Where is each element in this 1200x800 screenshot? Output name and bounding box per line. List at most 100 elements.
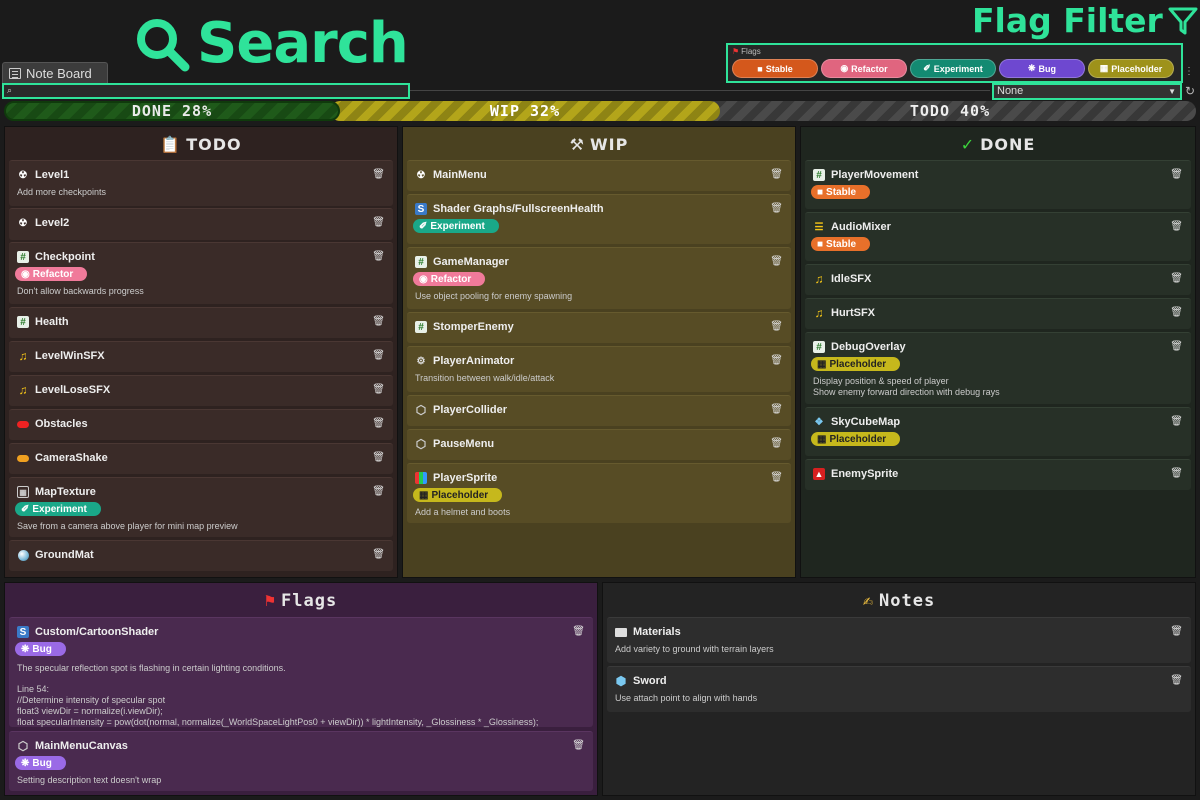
trash-icon[interactable]: 🗑 (770, 355, 783, 366)
pencil-icon: ✐ (21, 503, 30, 515)
card-mainmenucanvas[interactable]: ⬡ MainMenuCanvas ❋ Bug Setting description… (9, 731, 593, 791)
card-levellosesfx[interactable]: ♫ LevelLoseSFX 🗑 (9, 375, 393, 406)
card-sword[interactable]: ⬢ Sword Use attach point to align with ha… (607, 666, 1191, 712)
trash-icon[interactable]: 🗑 (1170, 626, 1183, 637)
card-audiomixer[interactable]: ☰ AudioMixer ■ Stable 🗑 (805, 212, 1191, 261)
card-description: Don't allow backwards progress (17, 285, 144, 296)
card-enemysprite[interactable]: ▲ EnemySprite 🗑 (805, 459, 1191, 490)
animation-icon (17, 452, 29, 464)
flags-title-label: Flags (281, 591, 338, 611)
card-playeranimator[interactable]: ⚙ PlayerAnimator Transition between walk/… (407, 346, 791, 392)
done-title-label: DONE (980, 135, 1036, 154)
trash-icon[interactable]: 🗑 (372, 384, 385, 395)
tag-placeholder: ▦ Placeholder (413, 488, 503, 502)
tag-label: Refactor (32, 268, 74, 280)
script-icon: # (17, 251, 29, 263)
card-levelwinsfx[interactable]: ♫ LevelWinSFX 🗑 (9, 341, 393, 372)
todo-column-title: 📋 TODO (5, 135, 397, 154)
note-board-window: Search Flag Filter Note Board ⚑ Flags ■ S… (0, 0, 1200, 800)
trash-icon[interactable]: 🗑 (770, 169, 783, 180)
trash-icon[interactable]: 🗑 (372, 251, 385, 262)
card-maptexture[interactable]: ▦ MapTexture ✐ Experiment Save from a came… (9, 477, 393, 537)
trash-icon[interactable]: 🗑 (372, 549, 385, 560)
trash-icon[interactable]: 🗑 (1170, 169, 1183, 180)
card-gamemanager[interactable]: # GameManager ◉ Refactor Use object poolin… (407, 247, 791, 309)
trash-icon[interactable]: 🗑 (1170, 468, 1183, 479)
flag-filter-dropdown[interactable]: None ▼ (992, 83, 1182, 100)
search-callout: Search (133, 14, 409, 74)
trash-icon[interactable]: 🗑 (770, 472, 783, 483)
trash-icon[interactable]: 🗑 (770, 404, 783, 415)
card-level2[interactable]: ☢ Level2 🗑 (9, 208, 393, 240)
trash-icon[interactable]: 🗑 (372, 217, 385, 228)
placeholder-icon: ▦ (419, 489, 429, 501)
card-checkpoint[interactable]: # Checkpoint ◉ Refactor Don't allow backwa… (9, 242, 393, 304)
card-materials[interactable]: Materials Add variety to ground with ter… (607, 617, 1191, 663)
card-playersprite[interactable]: PlayerSprite ▦ Placeholder Add a helmet a… (407, 463, 791, 523)
card-playermovement[interactable]: # PlayerMovement ■ Stable 🗑 (805, 160, 1191, 209)
progress-done-label: DONE 28% (131, 102, 213, 120)
trash-icon[interactable]: 🗑 (1170, 307, 1183, 318)
more-options-icon[interactable]: ⋮ (1184, 66, 1194, 77)
card-groundmat[interactable]: GroundMat 🗑 (9, 540, 393, 571)
tag-label: Bug (32, 643, 52, 655)
card-fullscreenhealth[interactable]: S Shader Graphs/FullscreenHealth ✐ Experim… (407, 194, 791, 244)
card-level1[interactable]: ☢ Level1 Add more checkpoints 🗑 (9, 160, 393, 206)
cubemap-icon: ❖ (814, 416, 824, 428)
card-title: PlayerMovement (831, 169, 919, 181)
card-obstacles[interactable]: Obstacles 🗑 (9, 409, 393, 440)
trash-icon[interactable]: 🗑 (770, 256, 783, 267)
flag-toggle-bug[interactable]: ❋ Bug (999, 59, 1085, 78)
card-title: StomperEnemy (433, 321, 514, 333)
trash-icon[interactable]: 🗑 (372, 316, 385, 327)
tag-experiment: ✐ Experiment (413, 219, 499, 233)
card-description: Add a helmet and boots (415, 506, 511, 517)
flag-toggle-placeholder[interactable]: ▦ Placeholder (1088, 59, 1174, 78)
funnel-icon (1168, 7, 1198, 35)
trash-icon[interactable]: 🗑 (1170, 416, 1183, 427)
trash-icon[interactable]: 🗑 (1170, 221, 1183, 232)
card-stomperenemy[interactable]: # StomperEnemy 🗑 (407, 312, 791, 343)
card-idlesfx[interactable]: ♫ IdleSFX 🗑 (805, 264, 1191, 295)
trash-icon[interactable]: 🗑 (770, 321, 783, 332)
trash-icon[interactable]: 🗑 (1170, 273, 1183, 284)
card-description: Setting description text doesn't wrap (17, 774, 162, 785)
trash-icon[interactable]: 🗑 (372, 418, 385, 429)
search-input[interactable]: ⌕ (2, 83, 410, 99)
prefab-cube-icon: ⬡ (415, 403, 427, 417)
flag-toggle-experiment[interactable]: ✐ Experiment (910, 59, 996, 78)
card-mainmenu[interactable]: ☢ MainMenu 🗑 (407, 160, 791, 191)
tag-stable: ■ Stable (811, 185, 871, 199)
trash-icon[interactable]: 🗑 (572, 626, 585, 637)
card-title: PlayerAnimator (433, 355, 515, 367)
trash-icon[interactable]: 🗑 (372, 452, 385, 463)
progress-done-segment: DONE 28% (4, 101, 340, 121)
card-skycubemap[interactable]: ❖ SkyCubeMap ▦ Placeholder 🗑 (805, 407, 1191, 456)
card-playercollider[interactable]: ⬡ PlayerCollider 🗑 (407, 395, 791, 426)
trash-icon[interactable]: 🗑 (372, 350, 385, 361)
code-line: Line 54: (17, 683, 50, 694)
trash-icon[interactable]: 🗑 (372, 169, 385, 180)
tab-note-board[interactable]: Note Board (2, 62, 108, 84)
wip-column: ⚒ WIP ☢ MainMenu 🗑 S Shader Graphs/Fullscre… (402, 126, 796, 578)
flag-toggle-refactor[interactable]: ◉ Refactor (821, 59, 907, 78)
trash-icon[interactable]: 🗑 (372, 486, 385, 497)
trash-icon[interactable]: 🗑 (770, 438, 783, 449)
trash-icon[interactable]: 🗑 (572, 740, 585, 751)
refresh-icon[interactable]: ↻ (1185, 84, 1195, 98)
card-pausemenu[interactable]: ⬡ PauseMenu 🗑 (407, 429, 791, 460)
flag-filter-callout: Flag Filter (972, 2, 1199, 40)
card-health[interactable]: # Health 🗑 (9, 307, 393, 338)
card-camerashake[interactable]: CameraShake 🗑 (9, 443, 393, 474)
card-description: Add more checkpoints (17, 187, 107, 197)
tag-label: Placeholder (829, 433, 887, 445)
card-debugoverlay[interactable]: # DebugOverlay ▦ Placeholder Display posit… (805, 332, 1191, 404)
trash-icon[interactable]: 🗑 (1170, 675, 1183, 686)
trash-icon[interactable]: 🗑 (770, 203, 783, 214)
trash-icon[interactable]: 🗑 (1170, 341, 1183, 352)
flag-toggle-stable[interactable]: ■ Stable (732, 59, 818, 78)
card-hurtsfx[interactable]: ♫ HurtSFX 🗑 (805, 298, 1191, 329)
card-cartoonshader[interactable]: S Custom/CartoonShader ❋ Bug The specular … (9, 617, 593, 727)
script-icon: # (17, 316, 29, 328)
unity-scene-icon: ☢ (18, 169, 28, 181)
